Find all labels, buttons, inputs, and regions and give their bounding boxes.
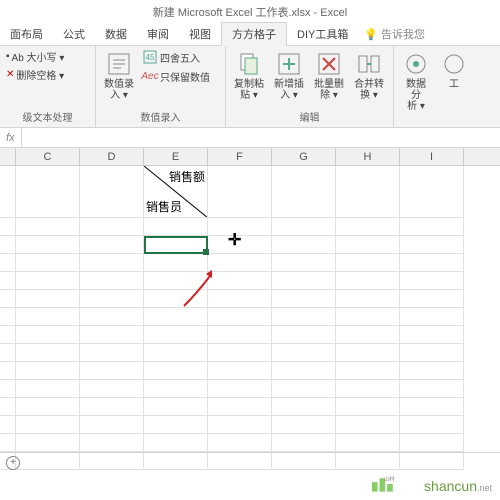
btn-analysis[interactable]: 数据分 析 ▾	[398, 48, 434, 114]
formula-bar: fx	[0, 128, 500, 148]
table-row: 销售额 销售员	[0, 166, 500, 218]
round-icon: 45	[142, 49, 158, 65]
arrow-annotation	[182, 268, 222, 308]
table-row	[0, 362, 500, 380]
svg-text:山村: 山村	[383, 475, 395, 483]
group-analysis: 数据分 析 ▾ 工	[394, 46, 468, 127]
svg-text:45: 45	[146, 53, 155, 62]
table-row	[0, 254, 500, 272]
group-edit-label: 编辑	[230, 108, 389, 125]
insert-icon	[275, 50, 303, 78]
numrec-icon	[105, 50, 133, 78]
case-icon: ▪	[6, 51, 10, 62]
analysis-icon	[402, 50, 430, 78]
tab-view[interactable]: 视图	[179, 23, 221, 45]
btn-round[interactable]: 45 四舍五入	[140, 48, 212, 66]
group-text: ▪ Ab 大小写 ▾ ✕ 删除空格 ▾ 级文本处理	[0, 46, 96, 127]
diag-top-label: 销售额	[169, 168, 205, 185]
tab-review[interactable]: 审阅	[137, 23, 179, 45]
batchdel-icon	[315, 50, 343, 78]
tell-me[interactable]: 💡 告诉我您	[358, 23, 431, 45]
btn-copypaste[interactable]: 复制粘 贴 ▾	[230, 48, 268, 103]
table-row	[0, 218, 500, 236]
table-row	[0, 434, 500, 452]
diagonal-header-cell[interactable]: 销售额 销售员	[144, 166, 208, 218]
watermark-text: shancun.net	[424, 478, 492, 494]
spreadsheet-grid[interactable]: C D E F G H I 销售额 销售员	[0, 148, 500, 470]
col-header[interactable]: F	[208, 148, 272, 165]
tab-layout[interactable]: 面布局	[0, 23, 53, 45]
btn-delspace[interactable]: ✕ 删除空格 ▾	[4, 66, 66, 83]
table-row	[0, 344, 500, 362]
merge-icon	[355, 50, 383, 78]
btn-work[interactable]: 工	[436, 48, 472, 92]
col-header[interactable]: H	[336, 148, 400, 165]
grid-rows: 销售额 销售员 ✛	[0, 166, 500, 470]
diag-bottom-label: 销售员	[146, 198, 182, 215]
group-text-label: 级文本处理	[4, 108, 91, 125]
watermark-logo-icon: 山村	[370, 474, 408, 494]
tab-data[interactable]: 数据	[95, 23, 137, 45]
table-row	[0, 290, 500, 308]
add-sheet-button[interactable]: +	[6, 456, 20, 470]
table-row	[0, 236, 500, 254]
col-header[interactable]: G	[272, 148, 336, 165]
btn-batchdel[interactable]: 批量删 除 ▾	[310, 48, 348, 103]
btn-insert[interactable]: 新增插 入 ▾	[270, 48, 308, 103]
btn-onlynum[interactable]: Aec 只保留数值	[140, 67, 212, 85]
window-title: 新建 Microsoft Excel 工作表.xlsx - Excel	[153, 4, 347, 20]
col-headers: C D E F G H I	[0, 148, 500, 166]
table-row	[0, 326, 500, 344]
col-header[interactable]: I	[400, 148, 464, 165]
col-header[interactable]: C	[16, 148, 80, 165]
ribbon-tabs: 面布局 公式 数据 审阅 视图 方方格子 DIY工具箱 💡 告诉我您	[0, 24, 500, 46]
col-header[interactable]: D	[80, 148, 144, 165]
copypaste-icon	[235, 50, 263, 78]
tab-fanggezi[interactable]: 方方格子	[221, 22, 287, 46]
cursor-plus-icon: ✛	[228, 230, 241, 250]
fx-label: fx	[0, 132, 21, 144]
btn-merge[interactable]: 合并转 换 ▾	[350, 48, 388, 103]
table-row	[0, 398, 500, 416]
group-numrec: 数值录 入 ▾ 45 四舍五入 Aec 只保留数值 数值录入	[96, 46, 226, 127]
tab-formula[interactable]: 公式	[53, 23, 95, 45]
formula-input[interactable]	[21, 128, 500, 147]
group-edit: 复制粘 贴 ▾ 新增插 入 ▾ 批量删 除 ▾ 合并转 换 ▾ 编辑	[226, 46, 394, 127]
group-numrec-label: 数值录入	[100, 108, 221, 125]
btn-case[interactable]: ▪ Ab 大小写 ▾	[4, 48, 66, 65]
table-row	[0, 416, 500, 434]
col-header-blank	[0, 148, 16, 165]
table-row	[0, 308, 500, 326]
work-icon	[440, 50, 468, 78]
sheet-tab-strip: +	[0, 452, 500, 472]
onlynum-icon: Aec	[142, 68, 158, 84]
table-row	[0, 380, 500, 398]
btn-numrec[interactable]: 数值录 入 ▾	[100, 48, 138, 103]
table-row	[0, 272, 500, 290]
tab-diy[interactable]: DIY工具箱	[287, 23, 358, 45]
ribbon: ▪ Ab 大小写 ▾ ✕ 删除空格 ▾ 级文本处理 数值录 入 ▾ 45	[0, 46, 500, 128]
delspace-icon: ✕	[6, 69, 14, 80]
title-bar: 新建 Microsoft Excel 工作表.xlsx - Excel	[0, 0, 500, 24]
col-header[interactable]: E	[144, 148, 208, 165]
lightbulb-icon: 💡	[364, 28, 378, 41]
